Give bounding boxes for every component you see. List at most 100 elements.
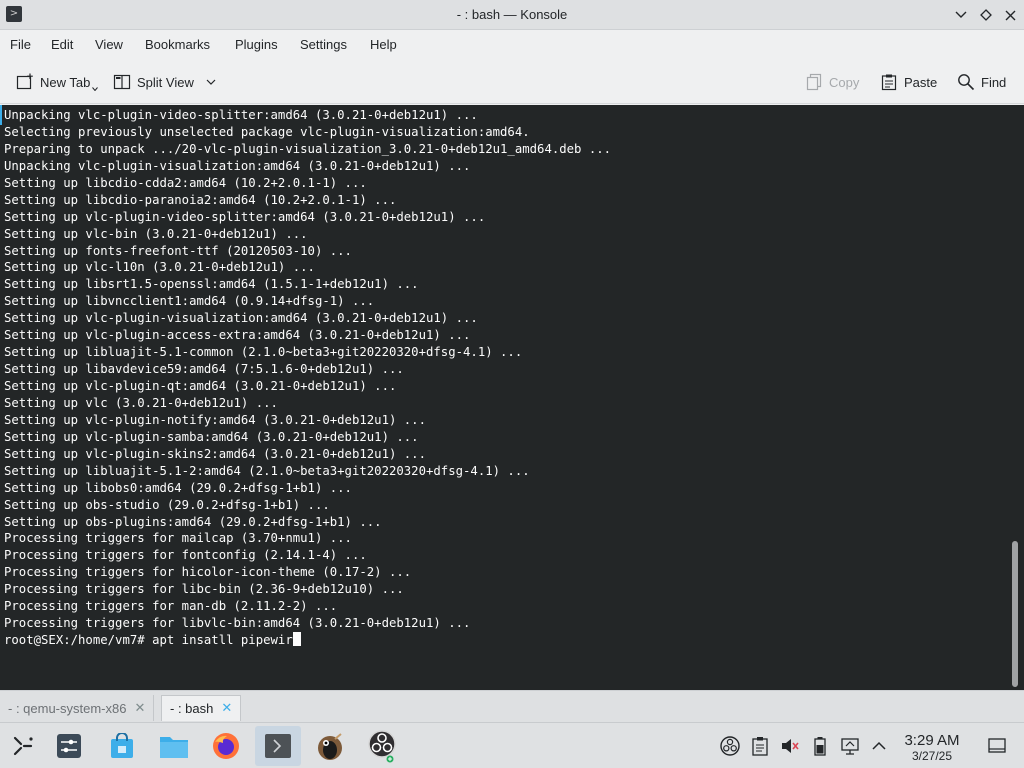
terminal-line: Setting up libluajit-5.1-2:amd64 (2.1.0~… (4, 463, 530, 478)
battery-icon (814, 737, 826, 756)
chevron-up-icon (872, 741, 886, 750)
terminal-line: Processing triggers for libvlc-bin:amd64… (4, 616, 471, 631)
terminal-line: Setting up vlc-bin (3.0.21-0+deb12u1) ..… (4, 226, 308, 241)
network-tray-icon[interactable] (840, 736, 860, 756)
steamdeck-launcher-icon (13, 736, 33, 756)
copy-icon (806, 73, 822, 91)
terminal-line: Unpacking vlc-plugin-visualization:amd64… (4, 158, 471, 173)
terminal-line: Processing triggers for man-db (2.11.2-2… (4, 599, 338, 614)
volume-muted-icon (782, 739, 799, 753)
menu-view[interactable]: View (95, 37, 123, 52)
network-wired-icon (841, 738, 859, 755)
paste-button[interactable]: Paste (880, 70, 937, 94)
clock-time[interactable]: 3:29 AM (896, 732, 968, 749)
split-view-button[interactable]: Split View (113, 70, 216, 94)
scrollbar-thumb[interactable] (1012, 541, 1018, 687)
tab-bar: - : qemu-system-x86 ✕ - : bash ✕ (0, 690, 1024, 722)
system-settings-launcher[interactable] (46, 726, 92, 766)
close-icon[interactable]: ✕ (134, 701, 145, 716)
terminal-line: Selecting previously unselected package … (4, 124, 530, 139)
terminal-line: Processing triggers for libc-bin (2.36-9… (4, 582, 404, 597)
application-launcher[interactable] (0, 726, 46, 766)
copy-label: Copy (829, 74, 860, 90)
minimize-button[interactable] (950, 4, 972, 26)
terminal-line: Processing triggers for fontconfig (2.14… (4, 548, 367, 563)
clipboard-tray-icon[interactable] (750, 736, 770, 756)
terminal-line: Setting up vlc-l10n (3.0.21-0+deb12u1) .… (4, 260, 315, 275)
show-hidden-tray-button[interactable] (869, 736, 889, 756)
clipboard-icon (752, 737, 768, 756)
taskbar: 3:29 AM 3/27/25 (0, 722, 1024, 768)
file-manager-launcher[interactable] (151, 726, 197, 766)
terminal-line: Processing triggers for hicolor-icon-the… (4, 565, 412, 580)
terminal-line: Setting up libsrt1.5-openssl:amd64 (1.5.… (4, 277, 419, 292)
obs-studio-taskbar-item[interactable] (359, 726, 405, 766)
obs-icon (368, 730, 396, 763)
terminal-line: Setting up fonts-freefont-ttf (20120503-… (4, 243, 352, 258)
discover-store-launcher[interactable] (99, 726, 145, 766)
terminal-prompt-line: root@SEX:/home/vm7# apt insatll pipewir (4, 632, 1004, 649)
terminal-line: Setting up vlc (3.0.21-0+deb12u1) ... (4, 395, 278, 410)
menu-help[interactable]: Help (370, 37, 397, 52)
tab-bash[interactable]: - : bash ✕ (161, 695, 242, 721)
terminal-output: Unpacking vlc-plugin-video-splitter:amd6… (4, 107, 1004, 649)
menu-edit[interactable]: Edit (51, 37, 73, 52)
terminal-line: Setting up vlc-plugin-qt:amd64 (3.0.21-0… (4, 379, 397, 393)
tab-qemu-system-x86[interactable]: - : qemu-system-x86 ✕ (0, 695, 155, 721)
tab-label: - : bash (170, 701, 214, 716)
paste-icon (881, 74, 897, 91)
obs-tray-icon[interactable] (720, 736, 740, 756)
firefox-launcher[interactable] (203, 726, 249, 766)
terminal-line: Setting up vlc-plugin-video-splitter:amd… (4, 209, 486, 224)
window-title: - : bash — Konsole (456, 7, 568, 22)
show-desktop-button[interactable] (987, 736, 1007, 756)
clock-date[interactable]: 3/27/25 (896, 749, 968, 763)
terminal-line: Setting up libobs0:amd64 (29.0.2+dfsg-1+… (4, 480, 352, 495)
new-tab-button[interactable]: New Tab (16, 70, 99, 94)
close-button[interactable] (999, 4, 1021, 26)
menu-plugins[interactable]: Plugins (235, 37, 278, 52)
toolbar: New Tab Split View Copy Paste Find (0, 60, 1024, 104)
battery-tray-icon[interactable] (810, 736, 830, 756)
menu-bar: File Edit View Bookmarks Plugins Setting… (0, 30, 1024, 60)
split-view-icon (113, 74, 131, 90)
desktop-icon (988, 738, 1006, 753)
chevron-down-icon (206, 79, 216, 85)
dropdown-indicator-icon (92, 87, 99, 91)
menu-bookmarks[interactable]: Bookmarks (145, 37, 210, 52)
new-tab-icon (16, 73, 33, 90)
folder-icon (160, 737, 188, 758)
close-icon[interactable]: ✕ (221, 701, 232, 716)
terminal-line: Setting up vlc-plugin-access-extra:amd64… (4, 328, 471, 343)
volume-tray-icon[interactable] (780, 736, 800, 756)
diamond-icon (980, 9, 992, 21)
title-bar: > - : bash — Konsole (0, 0, 1024, 30)
gimp-launcher[interactable] (307, 726, 353, 766)
terminal-icon (265, 734, 291, 758)
obs-icon (720, 736, 740, 756)
terminal-line: Setting up vlc-plugin-visualization:amd6… (4, 311, 478, 326)
terminal-line: Setting up obs-plugins:amd64 (29.0.2+dfs… (4, 514, 382, 529)
paste-label: Paste (904, 74, 938, 90)
terminal-line: Unpacking vlc-plugin-video-splitter:amd6… (4, 108, 478, 122)
focus-indicator (0, 105, 2, 125)
terminal-scrollbar[interactable] (1010, 105, 1020, 690)
terminal-line: Processing triggers for mailcap (3.70+nm… (4, 531, 352, 546)
settings-sliders-icon (57, 734, 81, 758)
menu-settings[interactable]: Settings (300, 37, 347, 52)
maximize-button[interactable] (975, 4, 997, 26)
chevron-down-icon (955, 11, 967, 18)
terminal-line: Setting up vlc-plugin-samba:amd64 (3.0.2… (4, 429, 419, 444)
konsole-taskbar-item[interactable] (255, 726, 301, 766)
menu-file[interactable]: File (10, 37, 31, 52)
find-button[interactable]: Find (957, 70, 1006, 94)
copy-button[interactable]: Copy (805, 70, 859, 94)
terminal-line: Preparing to unpack .../20-vlc-plugin-vi… (4, 141, 612, 156)
shopping-bag-icon (111, 733, 133, 758)
close-icon (1005, 10, 1015, 20)
terminal-line: Setting up libvncclient1:amd64 (0.9.14+d… (4, 294, 375, 309)
new-tab-label: New Tab (40, 74, 91, 90)
terminal-line: Setting up libcdio-paranoia2:amd64 (10.2… (4, 192, 397, 207)
terminal-cursor (292, 632, 301, 647)
terminal-view[interactable]: Unpacking vlc-plugin-video-splitter:amd6… (0, 105, 1024, 690)
